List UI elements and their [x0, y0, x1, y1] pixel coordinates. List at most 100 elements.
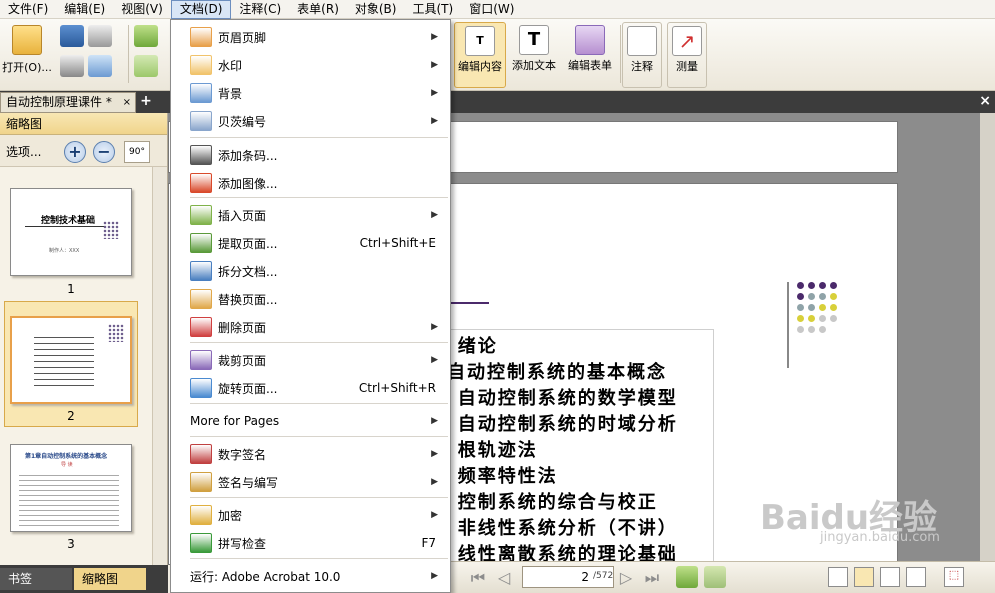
menu-item-add-image[interactable]: 添加图像...	[171, 170, 450, 196]
menu-item-insert-page[interactable]: 插入页面 ▶	[171, 202, 450, 228]
panel-tools: 选项... + − 90°	[0, 135, 167, 167]
menu-window[interactable]: 窗口(W)	[461, 0, 522, 19]
menu-tools[interactable]: 工具(T)	[404, 0, 461, 19]
menu-item-digital-signature[interactable]: 数字签名 ▶	[171, 441, 450, 467]
document-tab-title: 自动控制原理课件 *	[6, 95, 112, 109]
rotate-icon	[190, 378, 212, 398]
decorative-dot	[797, 282, 804, 289]
menu-item-label: 删除页面	[218, 320, 267, 335]
menu-item-header-footer[interactable]: 页眉页脚 ▶	[171, 24, 450, 50]
zoom-out-icon[interactable]: −	[93, 141, 115, 163]
menu-item-spell-check[interactable]: 拼写检查 F7	[171, 530, 450, 556]
menu-item-extract-page[interactable]: 提取页面... Ctrl+Shift+E	[171, 230, 450, 256]
menu-separator	[190, 403, 448, 404]
annotate-button[interactable]: 注释	[622, 22, 662, 88]
tab-thumbnails[interactable]: 缩略图	[74, 568, 146, 590]
edit-form-button[interactable]: 编辑表单	[564, 25, 616, 73]
menu-form[interactable]: 表单(R)	[289, 0, 347, 19]
edit-content-button[interactable]: T 编辑内容	[454, 22, 506, 88]
menu-item-label: 拆分文档...	[218, 264, 278, 279]
email-icon[interactable]	[88, 55, 112, 77]
options-dropdown[interactable]: 选项...	[6, 143, 41, 160]
menu-item-label: 页眉页脚	[218, 30, 267, 45]
tab-bookmarks[interactable]: 书签	[0, 568, 72, 590]
next-page-icon[interactable]: ▷	[616, 569, 636, 587]
menu-comment[interactable]: 注释(C)	[231, 0, 289, 19]
bates-icon	[190, 111, 212, 131]
menu-item-label: 添加图像...	[218, 176, 278, 191]
document-scrollbar[interactable]	[980, 113, 995, 565]
go-forward-icon[interactable]	[704, 566, 726, 588]
thumbnail-number: 1	[67, 282, 75, 296]
continuous-facing-icon[interactable]	[906, 567, 926, 587]
menu-item-shortcut: Ctrl+Shift+R	[358, 381, 436, 395]
submenu-arrow-icon: ▶	[431, 32, 438, 42]
menu-item-label: 添加条码...	[218, 148, 278, 163]
zoom-in-icon[interactable]: +	[64, 141, 86, 163]
add-text-label: 添加文本	[512, 59, 556, 72]
menu-file[interactable]: 文件(F)	[0, 0, 56, 19]
open-button[interactable]: 打开(O)...	[2, 25, 52, 75]
thumbnail-title: 第1章自动控制系统的基本概念	[25, 453, 108, 460]
rotate-button[interactable]: 90°	[124, 141, 150, 163]
delete-page-icon	[190, 317, 212, 337]
measure-icon: ↗	[672, 26, 702, 56]
menu-item-rotate-page[interactable]: 旋转页面... Ctrl+Shift+R	[171, 375, 450, 401]
menu-item-crop-page[interactable]: 裁剪页面 ▶	[171, 347, 450, 373]
menu-separator	[190, 197, 448, 198]
forward-icon[interactable]	[134, 55, 158, 77]
menu-item-background[interactable]: 背景 ▶	[171, 80, 450, 106]
watermark-url: jingyan.baidu.com	[820, 530, 940, 545]
menu-item-delete-page[interactable]: 删除页面 ▶	[171, 314, 450, 340]
facing-page-icon[interactable]	[880, 567, 900, 587]
extract-page-icon	[190, 233, 212, 253]
last-page-icon[interactable]: ⏭	[642, 569, 662, 587]
menu-item-replace-page[interactable]: 替换页面...	[171, 286, 450, 312]
go-back-icon[interactable]	[676, 566, 698, 588]
barcode-icon	[190, 145, 212, 165]
tab-close-icon[interactable]: ×	[123, 93, 131, 112]
measure-label: 测量	[676, 60, 698, 73]
decorative-dot	[797, 315, 804, 322]
menu-item-label: 背景	[218, 86, 243, 101]
print-icon[interactable]	[60, 55, 84, 77]
scanner-icon[interactable]	[88, 25, 112, 47]
document-tab[interactable]: 自动控制原理课件 * ×	[0, 92, 136, 113]
menu-item-bates-numbering[interactable]: 贝茨编号 ▶	[171, 108, 450, 134]
save-icon[interactable]	[60, 25, 84, 47]
edit-content-icon: T	[465, 26, 495, 56]
thumbnail-author: 制作人：XXX	[49, 248, 80, 254]
menu-item-sign-and-write[interactable]: 签名与编写 ▶	[171, 469, 450, 495]
new-tab-icon[interactable]: +	[139, 94, 153, 108]
menu-document[interactable]: 文档(D)	[170, 0, 232, 19]
thumbnail-page-3[interactable]: 第1章自动控制系统的基本概念 导 读	[10, 444, 132, 532]
continuous-page-icon[interactable]	[854, 567, 874, 587]
single-page-icon[interactable]	[828, 567, 848, 587]
measure-button[interactable]: ↗ 测量	[667, 22, 707, 88]
submenu-arrow-icon: ▶	[431, 571, 438, 581]
add-text-button[interactable]: T 添加文本	[508, 25, 560, 73]
pdf-icon[interactable]: ⬚	[944, 567, 964, 587]
back-icon[interactable]	[134, 25, 158, 47]
menu-item-label: 运行: Adobe Acrobat 10.0	[190, 569, 341, 584]
previous-page-icon[interactable]: ◁	[494, 569, 514, 587]
menu-item-add-barcode[interactable]: 添加条码...	[171, 142, 450, 168]
menu-item-more-for-pages[interactable]: More for Pages ▶	[171, 408, 450, 434]
thumbnail-scrollbar[interactable]	[152, 167, 167, 565]
menu-edit[interactable]: 编辑(E)	[56, 0, 113, 19]
panel-title: 缩略图	[0, 113, 167, 135]
menu-view[interactable]: 视图(V)	[113, 0, 171, 19]
menu-item-encrypt[interactable]: 加密 ▶	[171, 502, 450, 528]
menu-item-watermark[interactable]: 水印 ▶	[171, 52, 450, 78]
submenu-arrow-icon: ▶	[431, 116, 438, 126]
first-page-icon[interactable]: ⏮	[468, 569, 488, 587]
signature-icon	[190, 444, 212, 464]
menu-item-split-document[interactable]: 拆分文档...	[171, 258, 450, 284]
thumbnail-page-1[interactable]: 控制技术基础 制作人：XXX	[10, 188, 132, 276]
menu-object[interactable]: 对象(B)	[347, 0, 405, 19]
close-all-icon[interactable]: ×	[979, 93, 991, 109]
thumbnail-page-2[interactable]	[10, 316, 132, 404]
menu-item-run-acrobat[interactable]: 运行: Adobe Acrobat 10.0 ▶	[171, 563, 450, 589]
insert-page-icon	[190, 205, 212, 225]
sign-icon	[190, 472, 212, 492]
